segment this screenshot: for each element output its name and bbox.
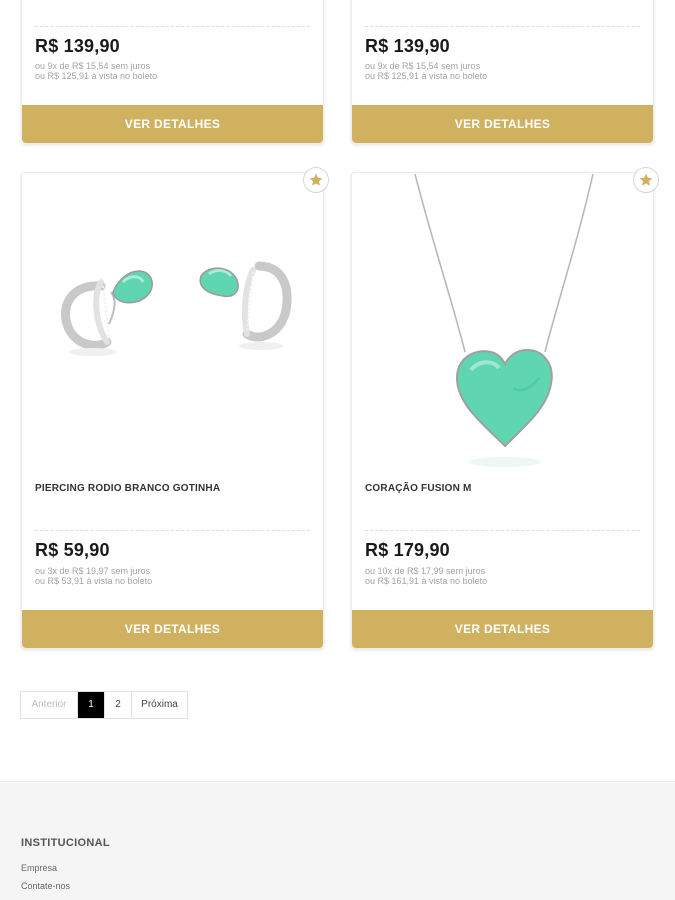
necklace-image <box>414 173 594 467</box>
card-divider <box>35 530 310 531</box>
installments-text: ou 9x de R$ 15,54 sem juros <box>35 61 151 71</box>
footer-section-title: INSTITUCIONAL <box>21 837 110 849</box>
product-card: R$ 139,90 ou 9x de R$ 15,54 sem juros ou… <box>351 0 654 144</box>
footer: INSTITUCIONAL Empresa Contate-nos <box>0 781 675 900</box>
product-card[interactable]: PIERCING RODIO BRANCO GOTINHA R$ 59,90 o… <box>21 167 329 649</box>
product-price: R$ 139,90 <box>365 36 450 56</box>
product-card: R$ 139,90 ou 9x de R$ 15,54 sem juros ou… <box>21 0 324 144</box>
boleto-text: ou R$ 53,91 à vista no boleto <box>35 576 153 586</box>
footer-link-contato[interactable]: Contate-nos <box>21 881 70 891</box>
installments-text: ou 9x de R$ 15,54 sem juros <box>365 61 481 71</box>
card-divider <box>35 26 310 27</box>
product-price: R$ 179,90 <box>365 540 450 560</box>
product-name[interactable]: CORAÇÃO FUSION M <box>365 483 472 494</box>
pagination: Anterior 1 2 Próxima <box>20 691 188 719</box>
installments-text: ou 10x de R$ 17,99 sem juros <box>365 566 486 576</box>
previous-page-button[interactable]: Anterior <box>21 692 78 718</box>
details-button[interactable]: VER DETALHES <box>22 105 323 143</box>
details-button[interactable]: VER DETALHES <box>352 610 653 648</box>
next-page-button[interactable]: Próxima <box>132 692 187 718</box>
product-name[interactable]: PIERCING RODIO BRANCO GOTINHA <box>35 483 220 494</box>
page-2-button[interactable]: 2 <box>105 692 132 718</box>
page-1-button[interactable]: 1 <box>78 692 105 718</box>
product-price: R$ 59,90 <box>35 540 110 560</box>
product-image[interactable] <box>23 174 322 474</box>
earrings-image <box>61 261 292 356</box>
card-divider <box>365 26 640 27</box>
details-button[interactable]: VER DETALHES <box>22 610 323 648</box>
boleto-text: ou R$ 161,91 à vista no boleto <box>365 576 488 586</box>
boleto-text: ou R$ 125,91 à vista no boleto <box>35 71 158 81</box>
footer-link-empresa[interactable]: Empresa <box>21 863 57 873</box>
product-price: R$ 139,90 <box>35 36 120 56</box>
product-image[interactable] <box>353 173 652 474</box>
installments-text: ou 3x de R$ 19,97 sem juros <box>35 566 151 576</box>
details-button[interactable]: VER DETALHES <box>352 105 653 143</box>
card-divider <box>365 530 640 531</box>
product-card[interactable]: CORAÇÃO FUSION M R$ 179,90 ou 10x de R$ … <box>351 167 659 649</box>
boleto-text: ou R$ 125,91 à vista no boleto <box>365 71 488 81</box>
